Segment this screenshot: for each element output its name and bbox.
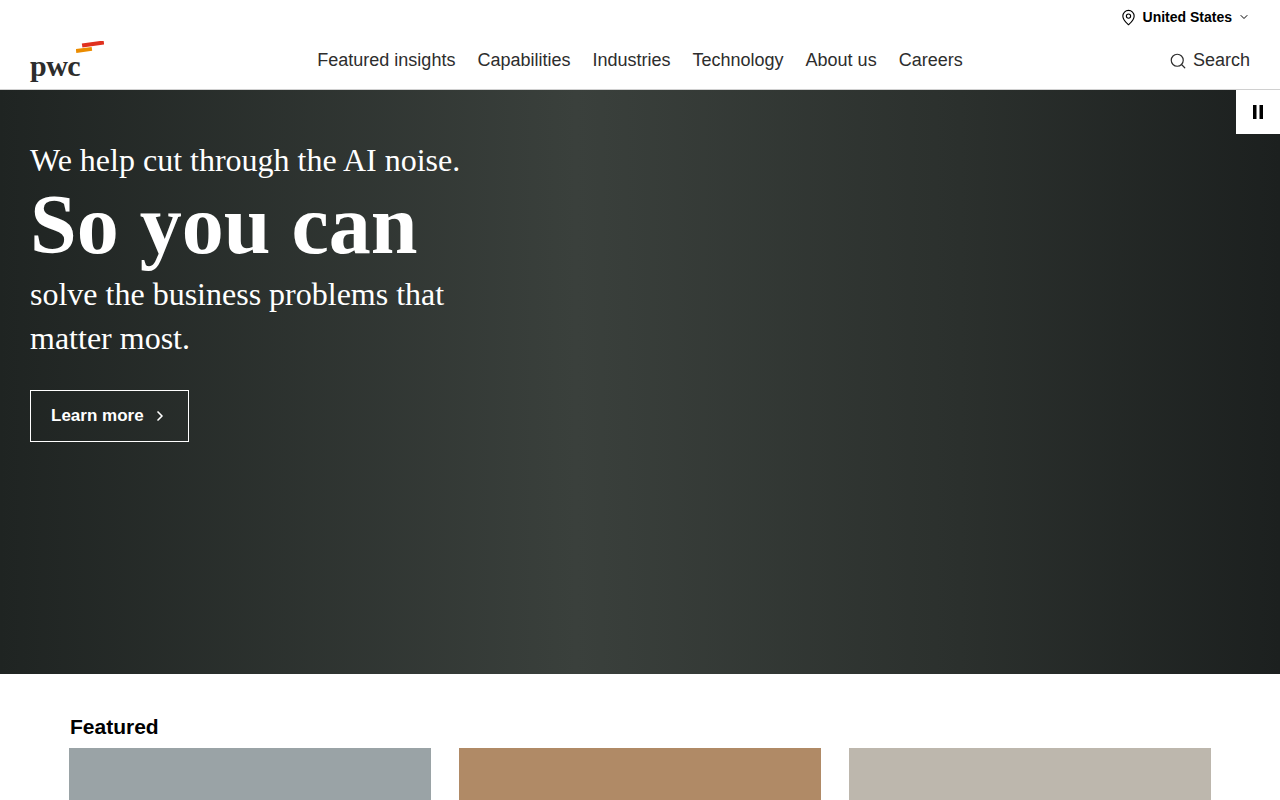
hero: We help cut through the AI noise.So you …: [0, 90, 1280, 674]
location-pin-icon: [1120, 9, 1137, 26]
region-selector[interactable]: United States: [1120, 7, 1250, 28]
search-button[interactable]: Search: [1169, 47, 1250, 74]
main-bar: pwc Featured insights Capabilities Industri…: [0, 34, 1280, 89]
nav-item[interactable]: Capabilities: [477, 47, 570, 74]
logo-stripes-icon: [76, 41, 104, 55]
featured-card[interactable]: [849, 748, 1211, 800]
featured-heading: Featured: [69, 714, 1211, 740]
nav-item[interactable]: Careers: [899, 47, 963, 74]
main-nav: Featured insights Capabilities Industries T…: [317, 47, 962, 74]
hero-kicker: We help cut through the AI noise.: [30, 140, 530, 180]
nav-item[interactable]: Industries: [592, 47, 670, 74]
featured-card[interactable]: [459, 748, 821, 800]
header: United States pwc Featured insights Capabil…: [0, 0, 1280, 90]
logo[interactable]: pwc: [30, 41, 110, 81]
featured-card[interactable]: [69, 748, 431, 800]
featured-cards: [69, 748, 1211, 800]
page: United States pwc Featured insights Capabil…: [0, 0, 1280, 800]
hero-subline: solve the business problems that matter …: [30, 272, 530, 360]
pause-icon: [1252, 105, 1264, 119]
learn-more-button[interactable]: Learn more: [30, 390, 189, 442]
video-toggle-button[interactable]: [1236, 90, 1280, 134]
nav-item[interactable]: About us: [806, 47, 877, 74]
nav-item[interactable]: Featured insights: [317, 47, 455, 74]
utility-bar: United States: [0, 0, 1280, 34]
chevron-down-icon: [1238, 11, 1250, 23]
hero-copy: We help cut through the AI noise.So you …: [30, 140, 530, 360]
hero-headline: So you can: [30, 180, 530, 270]
search-icon: [1169, 52, 1187, 70]
chevron-right-icon: [152, 408, 168, 424]
featured: Featured: [0, 674, 1280, 800]
nav-item[interactable]: Technology: [693, 47, 784, 74]
